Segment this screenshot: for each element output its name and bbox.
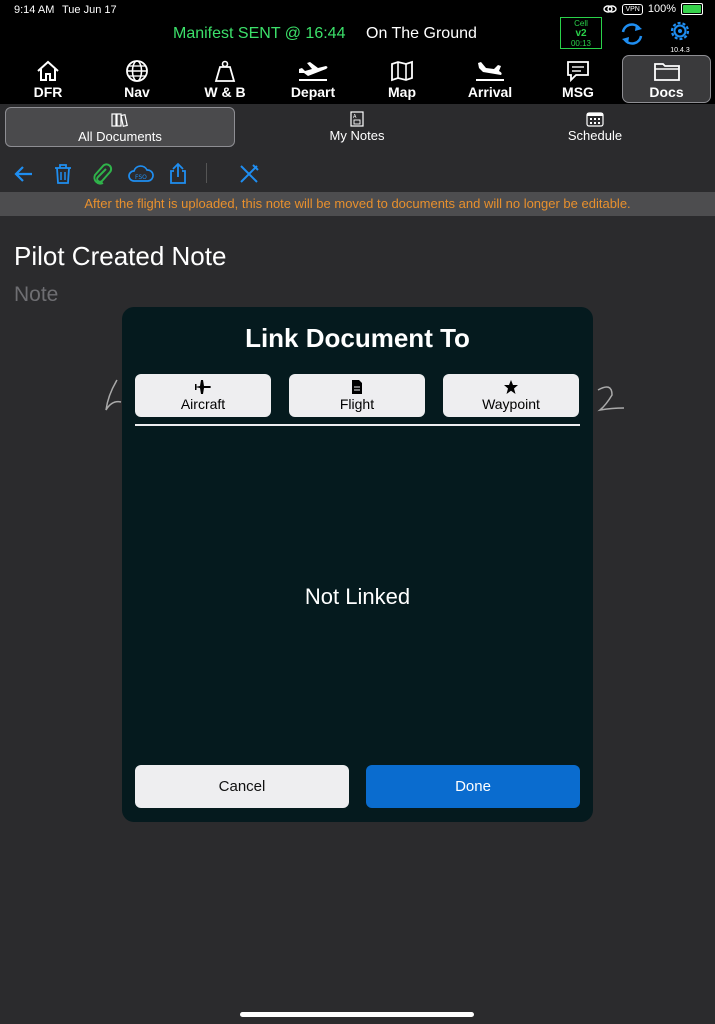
cancel-button[interactable]: Cancel xyxy=(135,765,349,808)
link-status: Not Linked xyxy=(304,584,411,609)
document-icon xyxy=(352,380,362,394)
link-document-dialog: Link Document To Aircraft Flight Waypoin… xyxy=(122,307,593,822)
option-label: Aircraft xyxy=(180,396,226,412)
done-button[interactable]: Done xyxy=(366,765,580,808)
option-label: Flight xyxy=(339,396,375,412)
link-aircraft-button[interactable]: Aircraft xyxy=(135,374,271,417)
modal-overlay: Link Document To Aircraft Flight Waypoin… xyxy=(0,0,715,1024)
star-icon xyxy=(504,380,518,394)
option-label: Waypoint xyxy=(482,396,540,412)
dialog-title: Link Document To xyxy=(245,323,470,353)
segment-underline xyxy=(135,424,580,426)
link-waypoint-button[interactable]: Waypoint xyxy=(443,374,579,417)
airplane-icon xyxy=(195,380,211,394)
home-indicator[interactable] xyxy=(240,1012,474,1017)
link-flight-button[interactable]: Flight xyxy=(289,374,425,417)
